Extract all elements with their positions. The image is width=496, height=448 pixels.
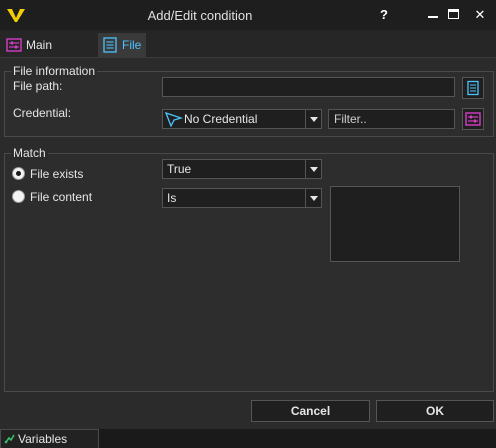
file-information-title: File information	[11, 64, 98, 78]
cancel-button[interactable]: Cancel	[251, 400, 370, 422]
credential-value: No Credential	[184, 112, 258, 126]
file-content-radio[interactable]	[12, 190, 25, 203]
file-content-textarea[interactable]	[330, 186, 460, 262]
credential-icon	[165, 111, 183, 127]
credential-filter-input[interactable]: Filter..	[328, 109, 455, 129]
tab-file[interactable]: File	[98, 33, 146, 58]
file-exists-label[interactable]: File exists	[30, 167, 83, 181]
sliders-icon	[6, 38, 22, 52]
chevron-down-icon	[305, 160, 321, 178]
file-exists-radio[interactable]	[12, 167, 25, 180]
credential-label: Credential:	[13, 106, 72, 120]
browse-file-button[interactable]	[462, 77, 484, 99]
ok-button[interactable]: OK	[376, 400, 494, 422]
title-bar: Add/Edit condition ? ✕	[0, 0, 496, 30]
variables-tab[interactable]: Variables	[0, 429, 99, 448]
help-button[interactable]: ?	[368, 0, 400, 30]
minimize-icon	[428, 16, 438, 18]
close-button[interactable]: ✕	[464, 0, 496, 30]
variables-icon	[4, 434, 15, 444]
variables-label: Variables	[18, 432, 68, 446]
file-icon	[103, 37, 117, 53]
file-content-select[interactable]: Is	[162, 188, 322, 208]
match-title: Match	[11, 146, 48, 160]
file-exists-value: True	[167, 162, 192, 176]
maximize-icon	[448, 9, 459, 19]
sliders-icon	[465, 112, 481, 126]
window-title: Add/Edit condition	[147, 8, 253, 23]
file-content-label[interactable]: File content	[30, 190, 92, 204]
credential-select[interactable]: No Credential	[162, 109, 322, 129]
file-path-label: File path:	[13, 79, 63, 93]
chevron-down-icon	[305, 189, 321, 207]
dialog-footer: Cancel OK	[0, 396, 496, 428]
credential-settings-button[interactable]	[462, 108, 484, 130]
tab-file-label: File	[122, 38, 142, 52]
file-browse-icon	[467, 80, 479, 96]
file-path-input[interactable]	[162, 77, 455, 97]
status-bar: Variables	[0, 429, 496, 448]
file-exists-select[interactable]: True	[162, 159, 322, 179]
chevron-down-icon	[305, 110, 321, 128]
tab-bar: Main settings File	[0, 30, 496, 77]
tab-main-settings[interactable]: Main settings	[2, 33, 97, 77]
file-content-value: Is	[167, 191, 177, 205]
